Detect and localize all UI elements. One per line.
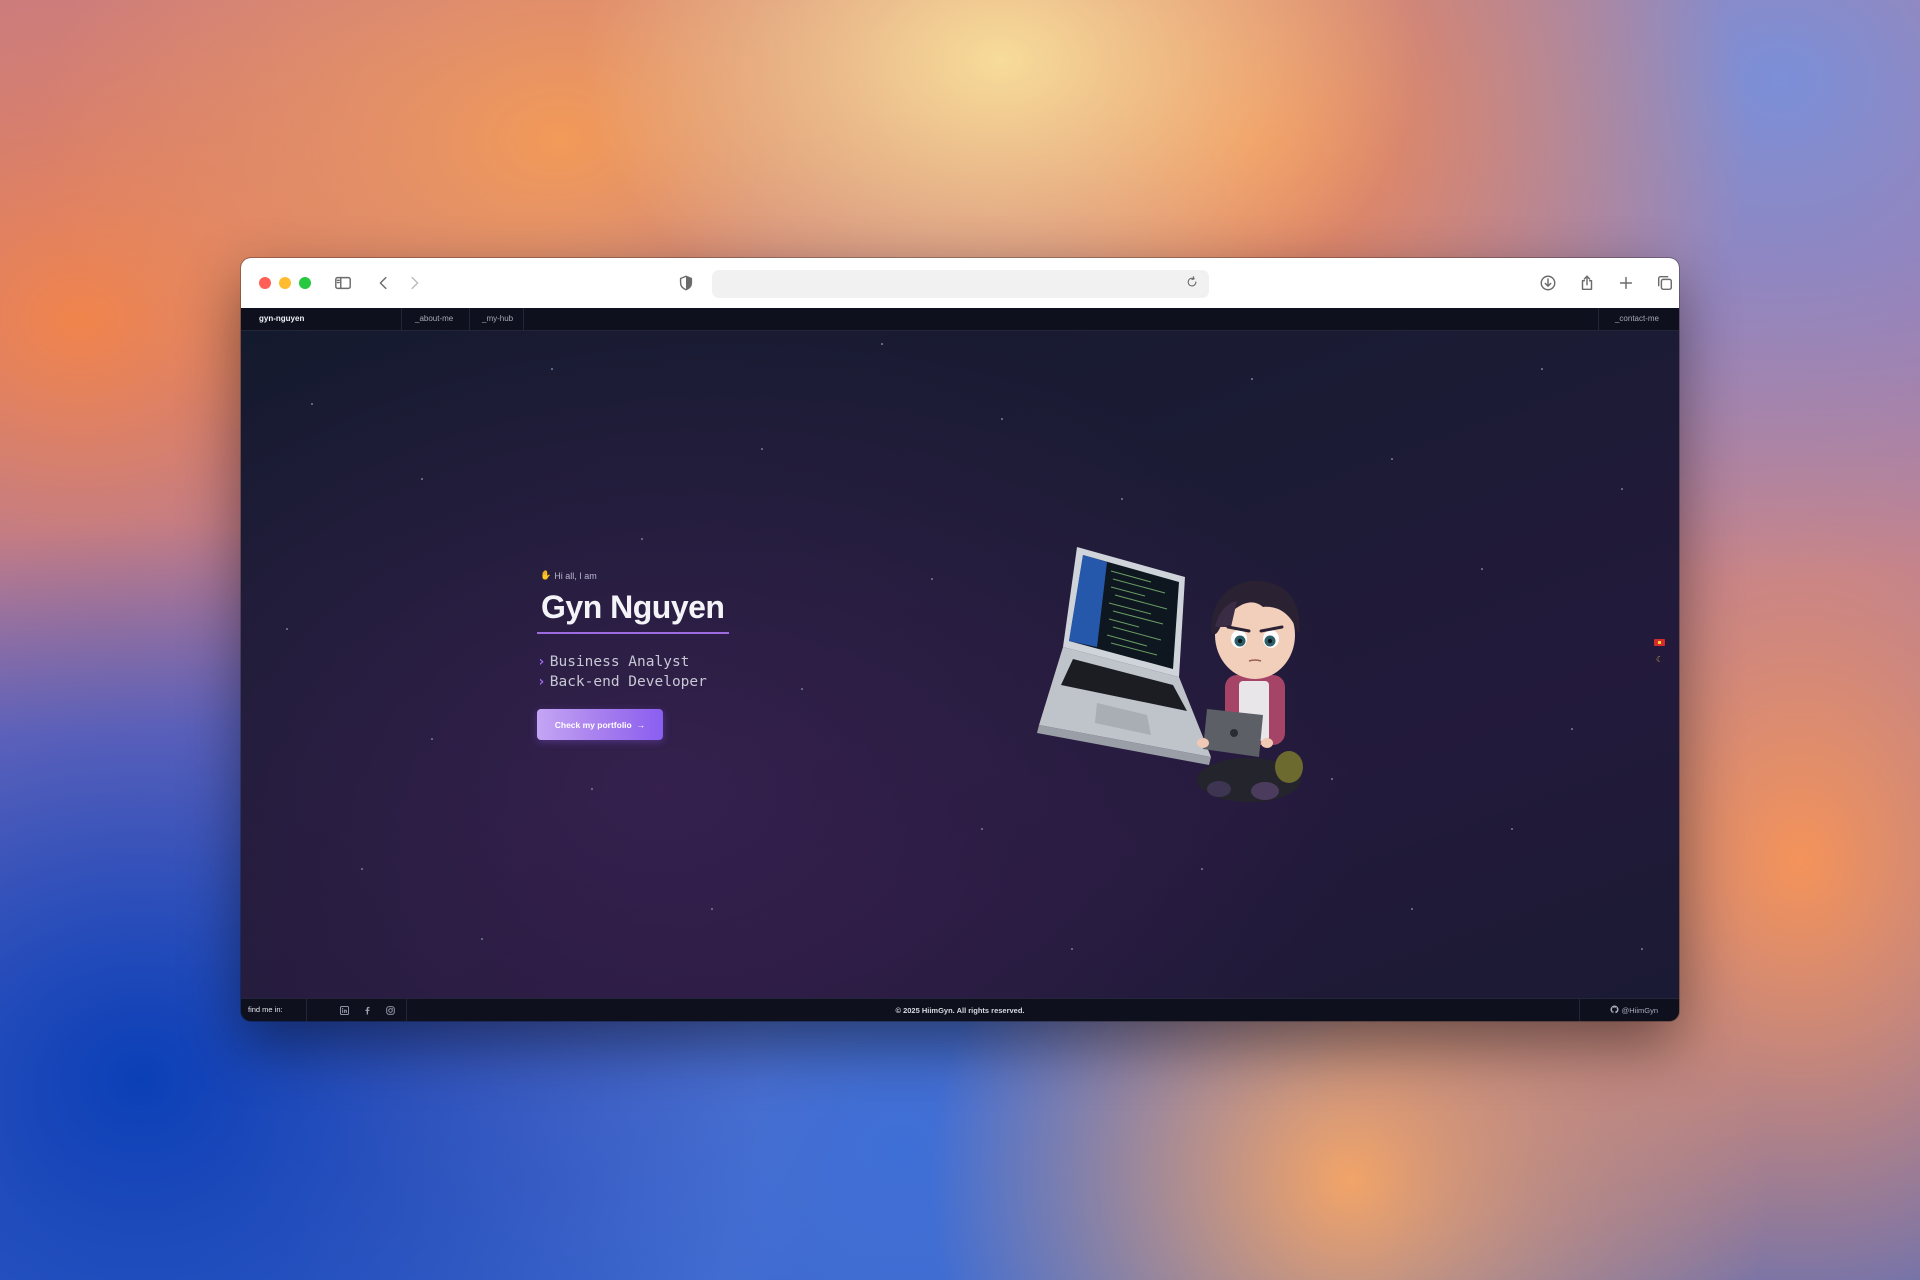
sidebar-icon[interactable] (330, 270, 356, 296)
role-text: Business Analyst (549, 654, 690, 670)
greeting-text: Hi all, I am (554, 570, 597, 581)
nav-link-my-hub[interactable]: _my-hub (482, 314, 513, 323)
language-flag-icon[interactable] (1654, 639, 1665, 646)
portfolio-page: gyn-nguyen _about-me _my-hub _contact-me… (241, 308, 1679, 1021)
github-link[interactable]: @HiimGyn (1610, 1005, 1658, 1016)
nav-divider (401, 308, 402, 330)
hero-name: Gyn Nguyen (537, 589, 729, 634)
browser-toolbar (241, 258, 1679, 309)
reload-icon[interactable] (1185, 275, 1203, 293)
footer-divider (1579, 999, 1580, 1021)
character-icon (1197, 580, 1303, 802)
waving-hand-icon: ✋ (540, 570, 552, 580)
nav-divider (1598, 308, 1599, 330)
role-item: › Business Analyst (537, 652, 729, 672)
role-text: Back-end Developer (549, 674, 707, 690)
role-list: › Business Analyst › Back-end Developer (537, 652, 729, 692)
share-icon[interactable] (1574, 270, 1600, 296)
laptop-icon (1037, 547, 1211, 765)
chevron-left-icon[interactable] (371, 270, 397, 296)
top-nav: gyn-nguyen _about-me _my-hub _contact-me (241, 308, 1679, 331)
copyright-text: © 2025 HiimGyn. All rights reserved. (895, 1006, 1025, 1015)
chevron-right-icon: › (537, 674, 546, 690)
chevron-right-icon: › (537, 654, 546, 670)
tabs-overview-icon[interactable] (1652, 270, 1678, 296)
nav-link-about-me[interactable]: _about-me (415, 314, 453, 323)
close-window-button[interactable] (259, 277, 271, 289)
greeting: ✋ Hi all, I am (540, 570, 729, 581)
portfolio-button-label: Check my portfolio (554, 719, 632, 730)
github-handle: @HiimGyn (1621, 1006, 1658, 1015)
site-brand[interactable]: gyn-nguyen (259, 314, 304, 323)
moon-icon[interactable]: ☾ (1656, 656, 1664, 664)
github-icon (1610, 1005, 1619, 1016)
chevron-right-icon[interactable] (401, 270, 427, 296)
zoom-window-button[interactable] (299, 277, 311, 289)
hero-section: ✋ Hi all, I am Gyn Nguyen › Business Ana… (537, 570, 729, 740)
browser-window: gyn-nguyen _about-me _my-hub _contact-me… (241, 258, 1679, 1021)
minimize-window-button[interactable] (279, 277, 291, 289)
developer-illustration (1027, 535, 1347, 840)
nav-link-contact-me[interactable]: _contact-me (1615, 314, 1659, 323)
side-controls: ☾ (1654, 639, 1665, 664)
nav-divider (523, 308, 524, 330)
portfolio-button[interactable]: Check my portfolio → (537, 709, 663, 740)
arrow-right-icon: → (636, 719, 646, 730)
footer: find me in: © 2025 HiimGyn. All rights r… (241, 998, 1679, 1021)
plus-icon[interactable] (1613, 270, 1639, 296)
shield-icon[interactable] (673, 270, 699, 296)
nav-divider (469, 308, 470, 330)
role-item: › Back-end Developer (537, 672, 729, 692)
download-icon[interactable] (1535, 270, 1561, 296)
address-bar[interactable] (712, 270, 1209, 298)
laptop-character-illustration (1037, 547, 1303, 802)
